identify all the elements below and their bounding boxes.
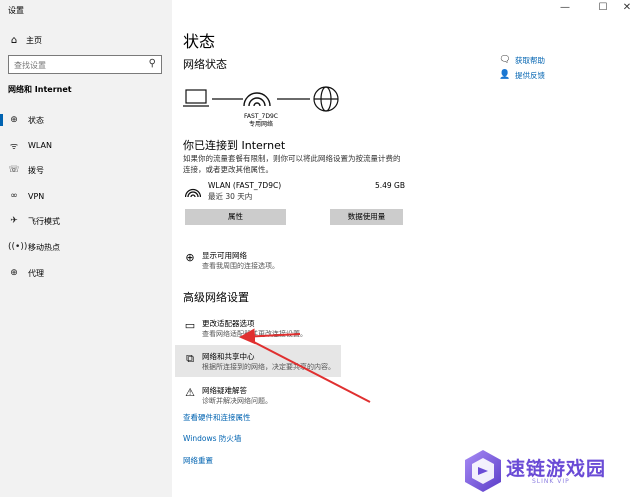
- router-name: FAST_7D9C: [244, 113, 278, 120]
- show-networks-item[interactable]: ⊕ 显示可用网络 查看我周围的连接选项。: [183, 250, 343, 272]
- watermark-name: 速链游戏园: [506, 458, 607, 480]
- sharing-center-item[interactable]: ⧉ 网络和共享中心 根据所连接到的网络，决定要共享的内容。: [183, 351, 343, 373]
- sidebar-item-label: 代理: [28, 268, 44, 278]
- sidebar-item-label: 状态: [28, 115, 44, 125]
- sidebar-item-wlan[interactable]: ᯤ WLAN: [0, 135, 172, 155]
- sidebar-item-airplane[interactable]: ✈ 飞行模式: [0, 211, 172, 231]
- airplane-icon: ✈: [10, 216, 18, 226]
- laptop-icon: [183, 89, 209, 107]
- sharing-center-title: 网络和共享中心: [202, 352, 255, 361]
- adapter-options-item[interactable]: ▭ 更改适配器选项 查看网络适配器并更改连接设置。: [183, 318, 343, 340]
- proxy-globe-icon: ⊕: [10, 268, 18, 278]
- wifi-name: WLAN (FAST_7D9C): [208, 181, 282, 190]
- internet-globe-icon: [313, 86, 339, 112]
- globe-icon: ⊕: [10, 115, 18, 125]
- adapter-options-subtitle: 查看网络适配器并更改连接设置。: [202, 330, 307, 338]
- sidebar-item-dialup[interactable]: ☏ 拨号: [0, 160, 172, 180]
- home-icon: ⌂: [10, 34, 18, 46]
- router-label: FAST_7D9C 专用网络: [239, 113, 283, 129]
- get-help-link[interactable]: 🗨 获取帮助: [499, 54, 545, 66]
- troubleshooter-subtitle: 诊断并解决网络问题。: [202, 397, 272, 405]
- advanced-settings-heading: 高级网络设置: [183, 291, 249, 304]
- connected-title: 你已连接到 Internet: [183, 139, 286, 152]
- sidebar-item-label: 移动热点: [28, 242, 60, 252]
- wifi-icon: ᯤ: [9, 141, 19, 152]
- hotspot-icon: ((•)): [8, 242, 28, 252]
- sidebar-item-status[interactable]: ⊕ 状态: [0, 110, 172, 130]
- warning-icon: ⚠: [185, 386, 195, 399]
- show-networks-subtitle: 查看我周围的连接选项。: [202, 262, 279, 270]
- main-content: 状态 网络状态 FAST_7D9C 专用网络 你已连接到 Internet 如果…: [172, 0, 640, 497]
- sidebar-item-label: 拨号: [28, 165, 44, 175]
- feedback-icon: 👤: [499, 70, 511, 80]
- section-label: 网络和 Internet: [8, 85, 72, 94]
- sidebar-item-hotspot[interactable]: ((•)) 移动热点: [0, 237, 172, 257]
- sidebar: 设置 ⌂ 主页 查找设置 ⚲ 网络和 Internet ⊕ 状态 ᯤ WLAN …: [0, 0, 172, 497]
- hardware-properties-link[interactable]: 查看硬件和连接属性: [183, 412, 251, 423]
- sidebar-item-label: WLAN: [28, 140, 53, 150]
- wifi-usage: 5.49 GB: [374, 181, 405, 190]
- search-input[interactable]: 查找设置 ⚲: [8, 55, 162, 74]
- sidebar-item-vpn[interactable]: ∞ VPN: [0, 186, 172, 206]
- feedback-link[interactable]: 👤 提供反馈: [499, 69, 545, 81]
- firewall-link[interactable]: Windows 防火墙: [183, 433, 241, 444]
- dialup-icon: ☏: [8, 165, 20, 175]
- help-chat-icon: 🗨: [499, 55, 511, 65]
- router-type: 专用网络: [248, 121, 273, 128]
- sidebar-item-label: 飞行模式: [28, 216, 60, 226]
- get-help-label: 获取帮助: [515, 55, 545, 65]
- window-title: 设置: [8, 6, 24, 15]
- feedback-label: 提供反馈: [515, 70, 545, 80]
- page-title: 状态: [183, 32, 216, 51]
- show-networks-title: 显示可用网络: [202, 251, 247, 260]
- wifi-router-icon: [243, 92, 271, 107]
- wifi-period: 最近 30 天内: [208, 192, 253, 201]
- network-sharing-icon: ⧉: [186, 352, 194, 365]
- search-icon: ⚲: [148, 58, 156, 69]
- home-nav-item[interactable]: ⌂ 主页: [8, 33, 42, 47]
- sidebar-item-proxy[interactable]: ⊕ 代理: [0, 263, 172, 283]
- wifi-signal-icon: [185, 188, 201, 198]
- monitor-icon: ▭: [184, 319, 196, 332]
- watermark-logo: [465, 450, 501, 492]
- show-networks-icon: ⊕: [185, 251, 195, 264]
- network-status-heading: 网络状态: [183, 58, 227, 71]
- vpn-icon: ∞: [10, 191, 18, 201]
- troubleshooter-item[interactable]: ⚠ 网络疑难解答 诊断并解决网络问题。: [183, 385, 343, 407]
- troubleshooter-title: 网络疑难解答: [202, 386, 247, 395]
- properties-button[interactable]: 属性: [185, 209, 286, 225]
- data-usage-button[interactable]: 数据使用量: [330, 209, 403, 225]
- search-placeholder: 查找设置: [14, 61, 46, 70]
- network-reset-link[interactable]: 网络重置: [183, 455, 213, 466]
- adapter-options-title: 更改适配器选项: [202, 319, 255, 328]
- connected-description: 如果你的流量套餐有限制，则你可以将此网络设置为按流量计费的连接，或者更改其他属性…: [183, 154, 401, 174]
- sidebar-item-label: VPN: [28, 191, 45, 201]
- home-label: 主页: [26, 35, 42, 45]
- sharing-center-subtitle: 根据所连接到的网络，决定要共享的内容。: [202, 363, 335, 371]
- wifi-connection-row: WLAN (FAST_7D9C) 最近 30 天内 5.49 GB: [183, 181, 405, 203]
- watermark-subtitle: SLINK VIP: [532, 478, 570, 485]
- watermark: 速链游戏园 SLINK VIP: [464, 449, 634, 495]
